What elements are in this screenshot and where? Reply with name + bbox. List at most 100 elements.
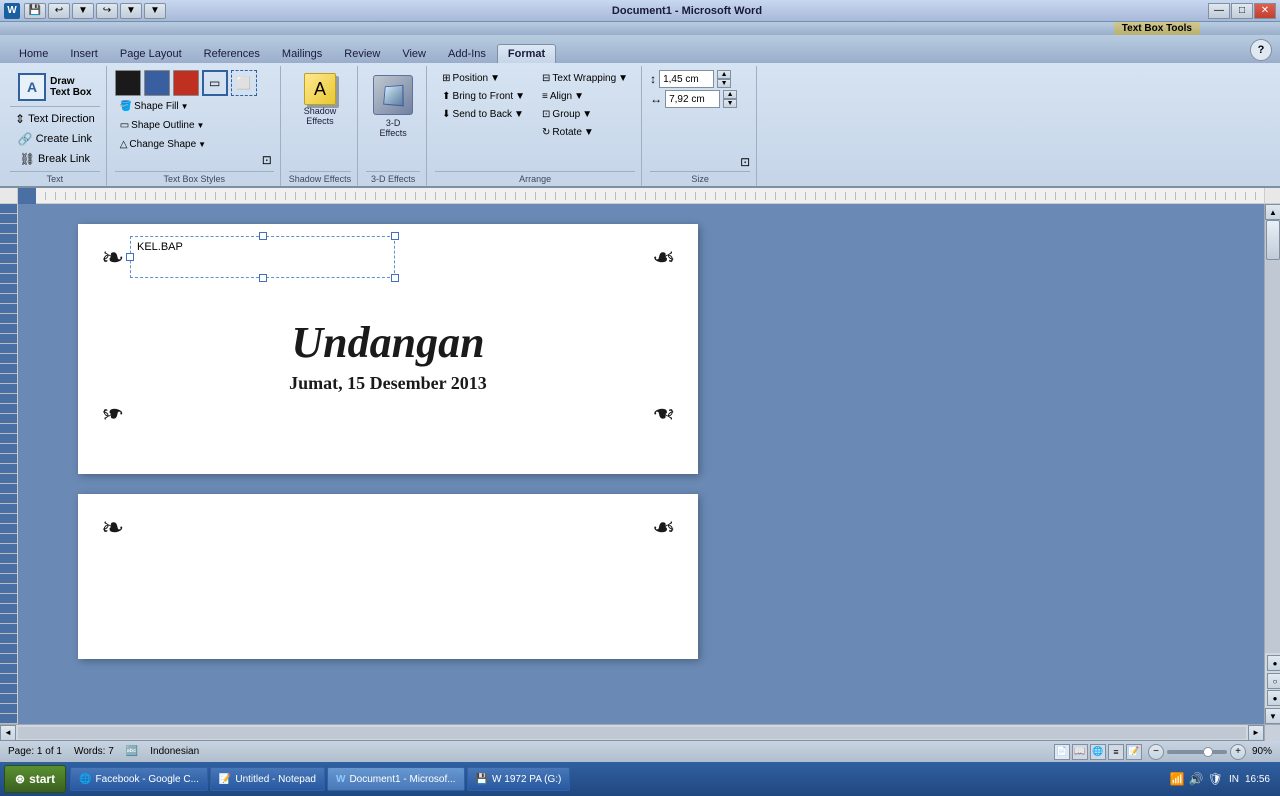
tab-page-layout[interactable]: Page Layout [109, 44, 193, 63]
align-button[interactable]: ≡ Align ▼ [535, 88, 635, 105]
print-layout-button[interactable]: 📄 [1054, 744, 1070, 760]
tab-mailings[interactable]: Mailings [271, 44, 333, 63]
close-button[interactable]: ✕ [1254, 3, 1276, 19]
scroll-down-button[interactable]: ▼ [1265, 708, 1280, 724]
taskbar-item-facebook[interactable]: 🌐 Facebook - Google C... [70, 767, 208, 791]
taskbar-item-drive[interactable]: 💾 W 1972 PA (G:) [467, 767, 571, 791]
next-page-button[interactable]: ● [1267, 690, 1280, 706]
taskbar-word-label: Document1 - Microsof... [349, 774, 455, 785]
send-to-back-chevron: ▼ [514, 109, 524, 120]
handle-bottom-center[interactable] [259, 274, 267, 282]
tab-insert[interactable]: Insert [59, 44, 109, 63]
select-browse-button[interactable]: ○ [1267, 673, 1280, 689]
tab-references[interactable]: References [193, 44, 271, 63]
start-button[interactable]: ⊛ start [4, 765, 66, 793]
ribbon-group-textbox-styles: ▭ ⬜ 🪣 Shape Fill ▼ ▭ Shape Outline ▼ [109, 66, 281, 186]
scroll-right-button[interactable]: ► [1248, 725, 1264, 741]
ribbon-group-text: A DrawText Box ⇕ Text Direction 🔗 Create… [4, 66, 107, 186]
group-chevron: ▼ [582, 109, 592, 120]
text-direction-label: Text Direction [28, 113, 95, 125]
height-input[interactable]: 1,45 cm [659, 70, 714, 88]
vertical-scrollbar: ▲ ● ○ ● ▼ [1264, 204, 1280, 724]
shape-fill-chevron: ▼ [181, 102, 189, 111]
3d-effects-button[interactable]: 3-DEffects [366, 70, 420, 141]
swatch-black[interactable] [115, 70, 141, 96]
bring-to-front-button[interactable]: ⬆ Bring to Front ▼ [435, 88, 532, 105]
rotate-button[interactable]: ↻ Rotate ▼ [535, 124, 635, 141]
tab-view[interactable]: View [391, 44, 437, 63]
scroll-left-button[interactable]: ◄ [0, 725, 16, 741]
text-wrapping-button[interactable]: ⊟ Text Wrapping ▼ [535, 70, 635, 87]
web-layout-button[interactable]: 🌐 [1090, 744, 1106, 760]
width-input[interactable]: 7,92 cm [665, 90, 720, 108]
help-button[interactable]: ? [1250, 39, 1272, 61]
customize-button[interactable]: ▼ [144, 3, 166, 19]
zoom-in-button[interactable]: + [1230, 744, 1246, 760]
draft-button[interactable]: 📝 [1126, 744, 1142, 760]
prev-page-button[interactable]: ● [1267, 655, 1280, 671]
break-link-button[interactable]: ⛓ Break Link [15, 149, 95, 169]
selected-textbox-container[interactable]: KEL.BAP [130, 236, 395, 278]
page-2-inner: ❧ ❧ [78, 494, 698, 562]
width-input-row: ↔ 7,92 cm ▲ ▼ [650, 90, 737, 108]
handle-bottom-right[interactable] [391, 274, 399, 282]
height-down-button[interactable]: ▼ [717, 79, 731, 88]
spell-check-icon[interactable]: 🔤 [126, 746, 138, 757]
h-scroll-track[interactable] [18, 727, 1246, 739]
scroll-track[interactable] [1265, 220, 1280, 653]
textbox-styles-expand-button[interactable]: ⊡ [260, 151, 274, 169]
undo-dropdown[interactable]: ▼ [72, 3, 94, 19]
horizontal-ruler [36, 188, 1264, 204]
break-link-label: Break Link [38, 153, 90, 165]
undo-button[interactable]: ↩ [48, 3, 70, 19]
shape-outline-button[interactable]: ▭ Shape Outline ▼ [115, 117, 257, 134]
shape-fill-button[interactable]: 🪣 Shape Fill ▼ [115, 98, 257, 115]
handle-top-right[interactable] [391, 232, 399, 240]
taskbar-drive-label: W 1972 PA (G:) [492, 774, 561, 785]
change-shape-button[interactable]: △ Change Shape ▼ [115, 136, 257, 153]
shadow-effects-button[interactable]: A ShadowEffects [299, 70, 342, 129]
tab-format[interactable]: Format [497, 44, 556, 63]
width-up-button[interactable]: ▲ [723, 90, 737, 99]
handle-left-center[interactable] [126, 253, 134, 261]
swatch-outline[interactable]: ▭ [202, 70, 228, 96]
taskbar-item-word[interactable]: W Document1 - Microsof... [327, 767, 465, 791]
textbox-styles-group-title: Text Box Styles [115, 171, 274, 186]
textbox-selected[interactable]: KEL.BAP [130, 236, 395, 278]
zoom-slider[interactable] [1167, 750, 1227, 754]
text-direction-button[interactable]: ⇕ Text Direction [10, 109, 100, 129]
zoom-slider-thumb[interactable] [1203, 747, 1213, 757]
create-link-button[interactable]: 🔗 Create Link [13, 129, 97, 149]
document-area[interactable]: KEL.BAP ❧ ❧ Undangan Jumat, 15 Desember … [18, 204, 1264, 724]
rotate-icon: ↻ [542, 127, 550, 138]
redo-button[interactable]: ↪ [96, 3, 118, 19]
language-info[interactable]: Indonesian [150, 746, 199, 757]
position-button[interactable]: ⊞ Position ▼ [435, 70, 532, 87]
maximize-button[interactable]: □ [1231, 3, 1253, 19]
outline-button[interactable]: ≡ [1108, 744, 1124, 760]
swatch-red[interactable] [173, 70, 199, 96]
tab-review[interactable]: Review [333, 44, 391, 63]
save-button[interactable]: 💾 [24, 3, 46, 19]
zoom-out-button[interactable]: − [1148, 744, 1164, 760]
draw-textbox-button[interactable]: A DrawText Box [13, 70, 97, 104]
swatch-dash[interactable]: ⬜ [231, 70, 257, 96]
date-text: Jumat, 15 Desember 2013 [93, 373, 683, 394]
tab-addins[interactable]: Add-Ins [437, 44, 497, 63]
size-expand-button[interactable]: ⊡ [740, 155, 750, 169]
tab-home[interactable]: Home [8, 44, 59, 63]
redo-dropdown[interactable]: ▼ [120, 3, 142, 19]
zoom-level[interactable]: 90% [1252, 746, 1272, 757]
scroll-up-button[interactable]: ▲ [1265, 204, 1280, 220]
swatch-blue[interactable] [144, 70, 170, 96]
width-down-button[interactable]: ▼ [723, 99, 737, 108]
scroll-thumb[interactable] [1266, 220, 1280, 260]
vertical-ruler [0, 204, 18, 724]
handle-top-center[interactable] [259, 232, 267, 240]
full-reading-button[interactable]: 📖 [1072, 744, 1088, 760]
send-to-back-button[interactable]: ⬇ Send to Back ▼ [435, 106, 532, 123]
group-button[interactable]: ⊡ Group ▼ [535, 106, 635, 123]
height-up-button[interactable]: ▲ [717, 70, 731, 79]
taskbar-item-notepad[interactable]: 📝 Untitled - Notepad [210, 767, 325, 791]
minimize-button[interactable]: — [1208, 3, 1230, 19]
